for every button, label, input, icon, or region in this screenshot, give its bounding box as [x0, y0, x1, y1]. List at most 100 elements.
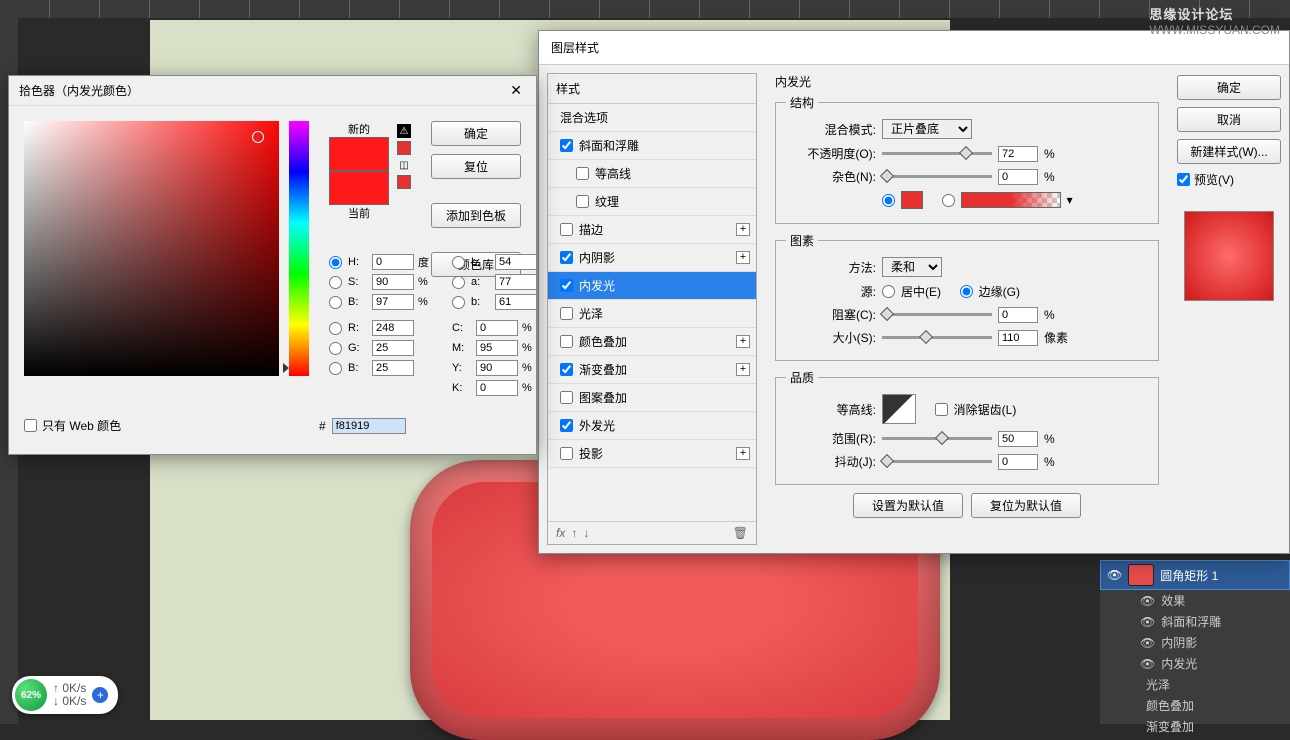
cancel-button[interactable]: 复位 — [431, 154, 521, 179]
glow-color-swatch[interactable] — [901, 191, 923, 209]
ls-cancel-button[interactable]: 取消 — [1177, 107, 1281, 132]
chevron-down-icon[interactable]: ▾ — [1067, 193, 1073, 207]
m-input[interactable] — [476, 340, 518, 356]
fx-item[interactable]: 光泽 — [1100, 674, 1290, 695]
blend-mode-select[interactable]: 正片叠底 — [882, 119, 972, 139]
lab-b-radio[interactable] — [452, 296, 465, 309]
l-radio[interactable] — [452, 256, 465, 269]
hue-slider[interactable] — [289, 121, 309, 376]
warning-swatch[interactable] — [397, 141, 411, 155]
set-default-button[interactable]: 设置为默认值 — [853, 493, 963, 518]
s-input[interactable] — [372, 274, 414, 290]
reset-default-button[interactable]: 复位为默认值 — [971, 493, 1081, 518]
h-input[interactable] — [372, 254, 414, 270]
bv-radio[interactable] — [329, 296, 342, 309]
arrow-down-icon[interactable]: ↓ — [583, 526, 589, 540]
texture-item[interactable]: 纹理 — [548, 188, 756, 216]
arrow-up-icon[interactable]: ↑ — [571, 526, 577, 540]
c-input[interactable] — [476, 320, 518, 336]
plus-icon[interactable]: + — [736, 223, 750, 236]
warning-icon[interactable]: ⚠ — [397, 124, 411, 138]
fx-header[interactable]: 👁效果 — [1100, 590, 1290, 611]
ls-ok-button[interactable]: 确定 — [1177, 75, 1281, 100]
color-cursor[interactable] — [252, 131, 264, 143]
a-radio[interactable] — [452, 276, 465, 289]
outer-glow-item[interactable]: 外发光 — [548, 412, 756, 440]
gradient-radio[interactable] — [942, 194, 955, 207]
technique-select[interactable]: 柔和 — [882, 257, 942, 277]
layer-thumbnail[interactable] — [1128, 564, 1154, 586]
noise-slider[interactable] — [882, 175, 992, 178]
inner-glow-item[interactable]: 内发光 — [548, 272, 756, 300]
inner-shadow-item[interactable]: 内阴影+ — [548, 244, 756, 272]
close-icon[interactable]: ✕ — [506, 82, 526, 99]
size-slider[interactable] — [882, 336, 992, 339]
color-field[interactable] — [24, 121, 279, 376]
range-input[interactable] — [998, 431, 1038, 447]
antialias-checkbox[interactable] — [935, 403, 948, 416]
gradient-preview[interactable] — [961, 192, 1061, 208]
range-slider[interactable] — [882, 437, 992, 440]
choke-input[interactable] — [998, 307, 1038, 323]
solid-color-radio[interactable] — [882, 194, 895, 207]
websafe-swatch[interactable] — [397, 175, 411, 189]
jitter-input[interactable] — [998, 454, 1038, 470]
color-overlay-item[interactable]: 颜色叠加+ — [548, 328, 756, 356]
cube-icon[interactable]: ◫ — [397, 158, 411, 172]
add-swatch-button[interactable]: 添加到色板 — [431, 203, 521, 228]
plus-icon[interactable]: + — [736, 335, 750, 348]
fx-icon[interactable]: fx — [556, 526, 565, 540]
plus-icon[interactable]: + — [736, 363, 750, 376]
blend-options-item[interactable]: 混合选项 — [548, 104, 756, 132]
s-radio[interactable] — [329, 276, 342, 289]
k-input[interactable] — [476, 380, 518, 396]
fx-item[interactable]: 👁斜面和浮雕 — [1100, 611, 1290, 632]
plus-icon[interactable]: + — [736, 447, 750, 460]
fx-item[interactable]: 颜色叠加 — [1100, 695, 1290, 716]
center-radio[interactable] — [882, 285, 895, 298]
preview-checkbox[interactable] — [1177, 173, 1190, 186]
g-input[interactable] — [372, 340, 414, 356]
bevel-item[interactable]: 斜面和浮雕 — [548, 132, 756, 160]
hex-input[interactable] — [332, 418, 406, 434]
h-radio[interactable] — [329, 256, 342, 269]
eye-icon[interactable]: 👁 — [1107, 568, 1122, 582]
choke-slider[interactable] — [882, 313, 992, 316]
noise-input[interactable] — [998, 169, 1038, 185]
drop-shadow-item[interactable]: 投影+ — [548, 440, 756, 468]
y-input[interactable] — [476, 360, 518, 376]
edge-radio[interactable] — [960, 285, 973, 298]
web-only-checkbox[interactable] — [24, 419, 37, 432]
contour-picker[interactable] — [882, 394, 916, 424]
l-input[interactable] — [495, 254, 537, 270]
stroke-item[interactable]: 描边+ — [548, 216, 756, 244]
opacity-input[interactable] — [998, 146, 1038, 162]
jitter-slider[interactable] — [882, 460, 992, 463]
pattern-overlay-item[interactable]: 图案叠加 — [548, 384, 756, 412]
new-color-swatch[interactable] — [329, 137, 389, 171]
fx-item[interactable]: 👁内发光 — [1100, 653, 1290, 674]
plus-icon[interactable]: + — [736, 251, 750, 264]
grad-overlay-item[interactable]: 渐变叠加+ — [548, 356, 756, 384]
b-input[interactable] — [372, 360, 414, 376]
new-style-button[interactable]: 新建样式(W)... — [1177, 139, 1281, 164]
r-radio[interactable] — [329, 322, 342, 335]
r-input[interactable] — [372, 320, 414, 336]
size-input[interactable] — [998, 330, 1038, 346]
g-radio[interactable] — [329, 342, 342, 355]
b-radio[interactable] — [329, 362, 342, 375]
layer-row[interactable]: 👁 圆角矩形 1 — [1100, 560, 1290, 590]
lab-b-input[interactable] — [495, 294, 537, 310]
bv-input[interactable] — [372, 294, 414, 310]
opacity-slider[interactable] — [882, 152, 992, 155]
a-input[interactable] — [495, 274, 537, 290]
fx-item[interactable]: 渐变叠加 — [1100, 716, 1290, 737]
plus-icon[interactable]: + — [92, 687, 108, 703]
network-widget[interactable]: 62% ↑ 0K/s ↓ 0K/s + — [12, 676, 118, 714]
ok-button[interactable]: 确定 — [431, 121, 521, 146]
fx-item[interactable]: 👁内阴影 — [1100, 632, 1290, 653]
satin-item[interactable]: 光泽 — [548, 300, 756, 328]
trash-icon[interactable]: 🗑 — [733, 526, 748, 540]
current-color-swatch[interactable] — [329, 171, 389, 205]
contour-item[interactable]: 等高线 — [548, 160, 756, 188]
